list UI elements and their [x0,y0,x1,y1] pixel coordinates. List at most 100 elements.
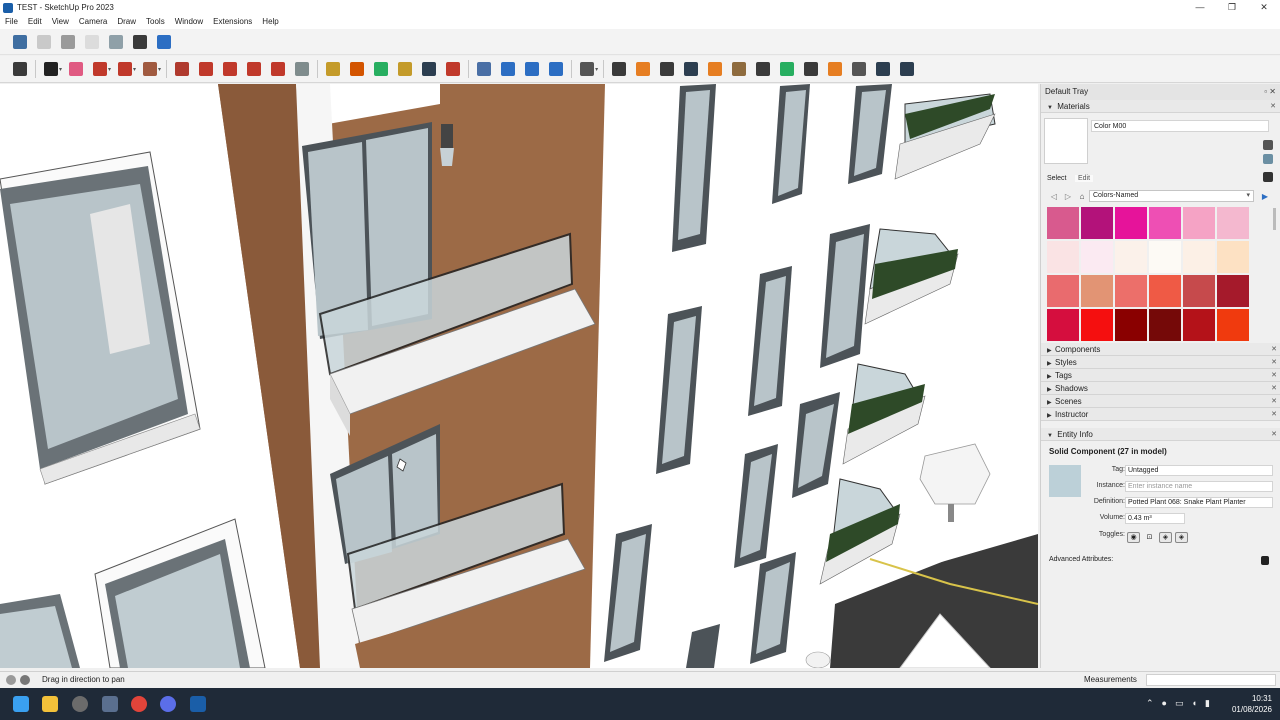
battery-icon[interactable]: ▮ [1205,698,1210,709]
details-arrow-icon[interactable]: ▶ [1258,192,1272,201]
color-swatch[interactable] [1115,241,1147,273]
cart-button[interactable] [871,58,895,80]
settings-button[interactable] [799,58,823,80]
minimize-button[interactable]: — [1184,0,1216,15]
cast-shadows-icon[interactable]: ◈ [1175,532,1188,543]
menu-draw[interactable]: Draw [112,15,141,29]
definition-input[interactable]: Potted Plant 068: Snake Plant Planter [1125,497,1273,508]
text-button[interactable] [345,58,369,80]
menu-file[interactable]: File [0,15,23,29]
monochrome-button[interactable] [152,31,176,53]
section-cut-button[interactable] [544,58,568,80]
panel-header-instructor[interactable]: ▶ Instructor ✕ [1041,408,1280,421]
eraser-button[interactable] [64,58,88,80]
color-swatch[interactable] [1081,207,1113,239]
pan-button[interactable] [393,58,417,80]
panel-header-tags[interactable]: ▶ Tags ✕ [1041,369,1280,382]
default-material-icon[interactable] [1263,154,1273,164]
close-panel-icon[interactable]: ✕ [1271,428,1277,441]
color-swatch[interactable] [1115,207,1147,239]
tab-select[interactable]: Select [1047,175,1066,182]
color-swatch[interactable] [1217,207,1249,239]
home-icon[interactable]: ⌂ [1075,192,1089,201]
chrome-icon[interactable] [131,696,147,712]
sketchup-taskbar-icon[interactable] [190,696,206,712]
menu-tools[interactable]: Tools [141,15,170,29]
dropdown-caret-icon[interactable]: ▾ [133,66,136,73]
menu-view[interactable]: View [47,15,74,29]
tape-measure-button[interactable] [321,58,345,80]
color-swatch[interactable] [1081,241,1113,273]
orbit-button[interactable] [369,58,393,80]
color-swatch[interactable] [1183,275,1215,307]
file-explorer-icon[interactable] [42,696,58,712]
top-view-button[interactable] [32,31,56,53]
color-swatch[interactable] [1047,275,1079,307]
create-material-icon[interactable] [1263,140,1273,150]
microphone-icon[interactable]: ● [1162,698,1167,709]
add-location-button[interactable] [679,58,703,80]
color-swatch[interactable] [1081,275,1113,307]
chevron-up-icon[interactable]: ⌃ [1146,698,1154,709]
color-swatch[interactable] [1217,309,1249,341]
color-swatch[interactable] [1149,309,1181,341]
dropdown-caret-icon[interactable]: ▾ [158,66,161,73]
color-swatch[interactable] [1047,241,1079,273]
geo-location-icon[interactable] [6,675,16,685]
close-panel-icon[interactable]: ✕ [1271,343,1277,356]
dropdown-caret-icon[interactable]: ▾ [59,66,62,73]
zoom-window-button[interactable] [417,58,441,80]
maximize-button[interactable]: ❐ [1216,0,1248,15]
forward-arrow-icon[interactable]: ▷ [1061,192,1075,201]
color-swatch[interactable] [1047,207,1079,239]
messenger-icon[interactable] [160,696,176,712]
panel-header-shadows[interactable]: ▶ Shadows ✕ [1041,382,1280,395]
tray-controls[interactable]: ▫ ✕ [1264,84,1276,100]
push-pull-button[interactable] [170,58,194,80]
sample-paint-icon[interactable] [1263,172,1273,182]
menu-extensions[interactable]: Extensions [208,15,257,29]
receive-shadows-icon[interactable]: ◈ [1159,532,1172,543]
tag-dropdown[interactable]: Untagged [1125,465,1273,476]
zoom-extents-button[interactable] [441,58,465,80]
measurements-input[interactable] [1146,674,1276,686]
dropdown-caret-icon[interactable]: ▾ [108,66,111,73]
lock-toggle-icon[interactable]: ⊡ [1143,532,1156,543]
color-swatch[interactable] [1183,207,1215,239]
dropdown-caret-icon[interactable]: ▾ [595,66,598,73]
section-fill-button[interactable] [520,58,544,80]
close-panel-icon[interactable]: ✕ [1271,382,1277,395]
materials-panel-header[interactable]: ▼ Materials ✕ [1041,100,1280,113]
panel-header-components[interactable]: ▶ Components ✕ [1041,343,1280,356]
front-view-button[interactable] [56,31,80,53]
menu-window[interactable]: Window [170,15,208,29]
color-swatch[interactable] [1149,207,1181,239]
model-info-button[interactable] [655,58,679,80]
system-clock[interactable]: 10:31 01/08/2026 [1218,693,1272,715]
app-icon[interactable] [102,696,118,712]
tray-toggle-button[interactable] [631,58,655,80]
checker-button[interactable] [751,58,775,80]
account-button[interactable] [895,58,919,80]
shaded-textures-button[interactable] [128,31,152,53]
components-button[interactable] [607,58,631,80]
lock-icon[interactable] [1261,556,1269,565]
color-swatch[interactable] [1149,275,1181,307]
offset-button[interactable] [290,58,314,80]
color-swatch[interactable] [1183,241,1215,273]
menu-camera[interactable]: Camera [74,15,112,29]
swatch-scrollbar[interactable] [1273,208,1276,230]
instance-input[interactable]: Enter instance name [1125,481,1273,492]
follow-me-button[interactable] [194,58,218,80]
color-swatch[interactable] [1149,241,1181,273]
zoom-button[interactable] [8,58,32,80]
cloud-button[interactable] [775,58,799,80]
close-panel-icon[interactable]: ✕ [1271,356,1277,369]
windows-start-icon[interactable] [13,696,29,712]
menu-help[interactable]: Help [257,15,283,29]
move-button[interactable] [218,58,242,80]
panel-header-styles[interactable]: ▶ Styles ✕ [1041,356,1280,369]
styles-button[interactable] [703,58,727,80]
rotate-button[interactable] [242,58,266,80]
scale-button[interactable] [266,58,290,80]
